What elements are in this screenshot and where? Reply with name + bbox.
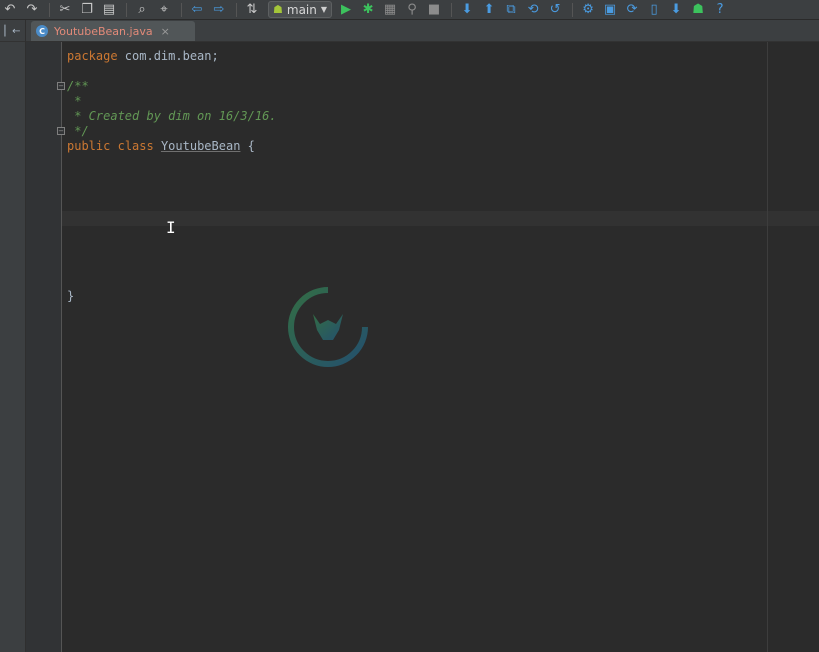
code-line-12: } [67,289,75,303]
debug-icon[interactable]: ✱ [358,1,378,19]
vcs-revert-icon[interactable]: ↺ [545,1,565,19]
code-line-3: /** [67,79,89,93]
java-class-icon: C [36,25,48,37]
code-line-5: * Created by dim on 16/3/16. [67,109,277,123]
toolbar-separator [181,2,182,17]
run-config-label: main [286,2,317,17]
tools-toolbar-group: ⚙ ▣ ⟳ ▯ ⬇ ☗? [578,1,732,19]
close-tab-icon[interactable]: × [161,25,170,38]
coverage-icon[interactable]: ▦ [380,1,400,19]
help-icon[interactable]: ? [710,1,730,19]
redo-icon[interactable]: ↷ [22,1,42,19]
cut-icon[interactable]: ✂ [55,1,75,19]
find-icon[interactable]: ⌕ [132,1,152,19]
toolbar-separator [126,2,127,17]
tool-window-strip [0,42,26,652]
gradle-sync-icon[interactable]: ⟳ [622,1,642,19]
fold-marker[interactable]: − [57,127,65,135]
undo-icon[interactable]: ↶ [0,1,20,19]
stop-icon[interactable]: ■ [424,1,444,19]
code-line-7: public class YoutubeBean { [67,139,255,154]
copy-icon[interactable]: ❐ [77,1,97,19]
toggle-tool-windows-icon[interactable]: ▏← [0,20,26,42]
keyword-public: public [67,139,111,153]
keyword-package: package [67,49,118,63]
tab-label: YoutubeBean.java [54,24,153,38]
android-icon: ☗ [273,3,283,16]
attach-debugger-icon[interactable]: ⚲ [402,1,422,19]
tab-youtubebean-java[interactable]: C YoutubeBean.java × [31,21,195,41]
project-structure-icon[interactable]: ▣ [600,1,620,19]
make-project-icon[interactable]: ⇅ [242,1,262,19]
run-configuration-select[interactable]: ☗ main ▼ [268,1,333,18]
vcs-compare-icon[interactable]: ⧉ [501,1,521,19]
code-line-4: * [67,94,82,108]
run-toolbar-group: ▶ ✱ ▦ ⚲ ■ [336,1,446,19]
toolbar-separator [49,2,50,17]
avd-manager-icon[interactable]: ▯ [644,1,664,19]
editor-tabs: ▏← C YoutubeBean.java × [0,20,819,42]
watermark-emblem-icon [288,287,368,367]
sdk-manager-icon[interactable]: ⬇ [666,1,686,19]
back-icon[interactable]: ⇦ [187,1,207,19]
keyword-class: class [117,139,154,153]
fold-marker[interactable]: − [57,82,65,90]
open-brace: { [240,139,255,153]
vcs-history-icon[interactable]: ⟲ [523,1,543,19]
replace-icon[interactable]: ⌖ [154,1,174,19]
toolbar-separator [572,2,574,17]
toolbar-separator [236,2,237,17]
vcs-commit-icon[interactable]: ⬆ [479,1,499,19]
text-cursor-icon: I [166,218,176,237]
right-margin-guide [767,42,768,652]
toolbar-separator [451,2,453,17]
vcs-update-icon[interactable]: ⬇ [457,1,477,19]
package-name: com.dim.bean; [117,49,219,63]
edit-toolbar-group: ↶ ↷ ✂ ❐ ▤ ⌕ ⌖ ⇦ ⇨ ⇅ [0,1,264,19]
code-line-6: */ [67,124,89,138]
run-icon[interactable]: ▶ [336,1,356,19]
settings-icon[interactable]: ⚙ [578,1,598,19]
forward-icon[interactable]: ⇨ [209,1,229,19]
android-monitor-icon[interactable]: ☗ [688,1,708,19]
chevron-down-icon: ▼ [320,5,328,14]
class-name: YoutubeBean [160,139,241,153]
main-toolbar: ↶ ↷ ✂ ❐ ▤ ⌕ ⌖ ⇦ ⇨ ⇅ ☗ main ▼ ▶ ✱ ▦ ⚲ ■ ⬇ ⬆ ⧉ ⟲ ↺ ⚙ ▣ ⟳ ▯ ⬇ ☗? [0,0,819,20]
watermark-logo [285,284,535,370]
vcs-toolbar-group: ⬇ ⬆ ⧉ ⟲ ↺ [457,1,567,19]
paste-icon[interactable]: ▤ [99,1,119,19]
code-line-1: package com.dim.bean; [67,49,219,64]
